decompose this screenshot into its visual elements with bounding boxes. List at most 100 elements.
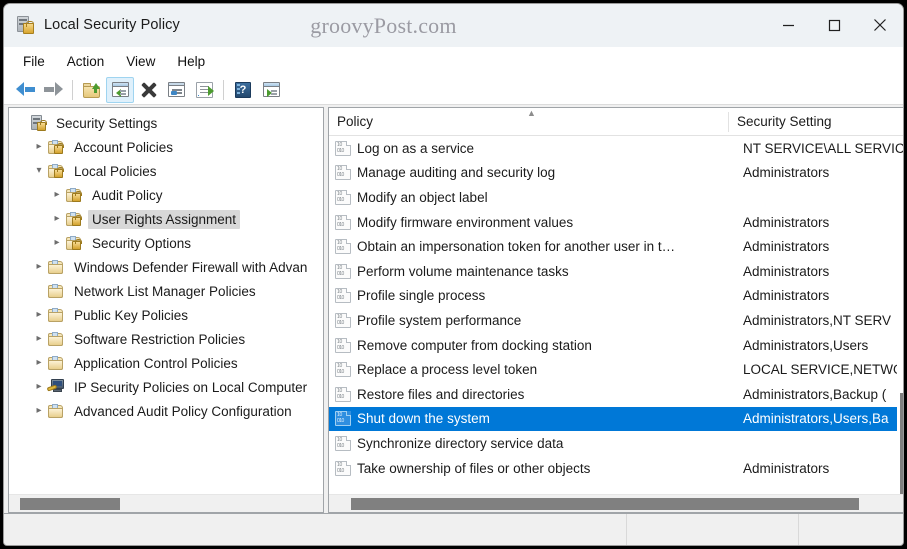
up-one-level-button[interactable]: [78, 77, 106, 103]
list-vertical-scrollbar[interactable]: [896, 164, 903, 494]
tree-horizontal-scrollbar[interactable]: [9, 494, 323, 512]
back-button[interactable]: [11, 77, 39, 103]
menu-action[interactable]: Action: [56, 51, 116, 72]
policy-icon: [335, 263, 351, 279]
folder-lock-icon: [47, 139, 65, 155]
chevron-right-icon[interactable]: ▸: [31, 310, 47, 320]
list-horizontal-scrollbar[interactable]: [329, 494, 903, 512]
tree-item[interactable]: ▸ IP Security Policies on Local Computer: [9, 375, 323, 399]
chevron-right-icon[interactable]: ▸: [49, 238, 65, 248]
table-row[interactable]: Log on as a service NT SERVICE\ALL SERVIC…: [329, 136, 904, 161]
table-row[interactable]: Remove computer from docking station Admi…: [329, 333, 903, 358]
folder-lock-icon: [65, 235, 83, 251]
chevron-right-icon[interactable]: ▸: [31, 334, 47, 344]
tree-item[interactable]: Security Settings: [9, 111, 323, 135]
sort-ascending-icon: ▲: [527, 107, 536, 118]
policy-icon: [335, 239, 351, 255]
tree-item[interactable]: ▸ Account Policies: [9, 135, 323, 159]
tree-item[interactable]: Network List Manager Policies: [9, 279, 323, 303]
policy-icon: [335, 312, 351, 328]
chevron-right-icon[interactable]: ▸: [31, 406, 47, 416]
cell-policy: Profile system performance: [357, 312, 522, 328]
table-row[interactable]: Modify firmware environment values Admini…: [329, 210, 903, 235]
properties-button[interactable]: [162, 77, 190, 103]
policy-icon: [335, 214, 351, 230]
delete-button[interactable]: [134, 77, 162, 103]
cell-policy: Take ownership of files or other objects: [357, 460, 591, 476]
chevron-right-icon[interactable]: ▸: [31, 262, 47, 272]
minimize-button[interactable]: [765, 4, 811, 47]
tree-item[interactable]: ▸ Windows Defender Firewall with Advan: [9, 255, 323, 279]
cell-security-setting: NT SERVICE\ALL SERVICE: [743, 140, 904, 156]
policy-icon: [335, 337, 351, 353]
properties-icon: [167, 82, 185, 97]
table-row[interactable]: Profile single process Administrators: [329, 284, 903, 309]
table-row[interactable]: Profile system performance Administrators…: [329, 308, 903, 333]
folder-icon: [47, 307, 65, 323]
menu-help[interactable]: Help: [166, 51, 216, 72]
chevron-right-icon[interactable]: ▸: [49, 214, 65, 224]
action-pane-icon: [262, 82, 280, 97]
tree-hscroll-thumb[interactable]: [20, 498, 120, 510]
table-row[interactable]: Perform volume maintenance tasks Administ…: [329, 259, 903, 284]
table-row[interactable]: Manage auditing and security log Administ…: [329, 161, 903, 186]
status-bar: [4, 513, 903, 545]
forward-button[interactable]: [39, 77, 67, 103]
show-hide-tree-button[interactable]: [106, 76, 134, 103]
cell-policy: Restore files and directories: [357, 386, 525, 402]
tree-item[interactable]: ▸ Application Control Policies: [9, 351, 323, 375]
chevron-right-icon[interactable]: ▸: [31, 382, 47, 392]
delete-x-icon: [140, 81, 157, 98]
folder-icon: [47, 331, 65, 347]
close-button[interactable]: [857, 4, 903, 47]
list-hscroll-thumb[interactable]: [351, 498, 859, 510]
show-action-pane-button[interactable]: [257, 77, 285, 103]
policy-list[interactable]: Log on as a service NT SERVICE\ALL SERVIC…: [329, 136, 904, 494]
cell-policy: Profile single process: [357, 288, 486, 304]
policy-icon: [335, 386, 351, 402]
tree-item-label: Security Options: [92, 235, 192, 251]
column-header-security-setting[interactable]: Security Setting: [729, 108, 832, 136]
table-row[interactable]: Shut down the system Administrators,Users…: [329, 406, 903, 432]
chevron-right-icon[interactable]: ▸: [49, 190, 65, 200]
cell-security-setting: Administrators,NT SERV: [743, 312, 892, 328]
cell-policy: Synchronize directory service data: [357, 435, 564, 451]
cell-policy: Log on as a service: [357, 140, 475, 156]
tree-item[interactable]: ▸ Advanced Audit Policy Configuration: [9, 399, 323, 423]
tree-item[interactable]: ▾ Local Policies: [9, 159, 323, 183]
policy-icon: [335, 140, 351, 156]
tree-view[interactable]: Security Settings ▸ Account Policies ▾ Local…: [9, 108, 323, 494]
column-header-policy[interactable]: Policy ▲: [329, 108, 729, 136]
policy-icon: [335, 435, 351, 451]
export-list-button[interactable]: [190, 77, 218, 103]
table-row[interactable]: Obtain an impersonation token for anothe…: [329, 234, 903, 259]
chevron-down-icon[interactable]: ▾: [31, 166, 47, 176]
tree-item[interactable]: ▸ Audit Policy: [9, 183, 323, 207]
cell-security-setting: Administrators: [743, 165, 830, 181]
policy-icon: [335, 362, 351, 378]
policy-icon: [335, 189, 351, 205]
tree-item[interactable]: ▸ Software Restriction Policies: [9, 327, 323, 351]
folder-lock-icon: [47, 163, 65, 179]
tree-item[interactable]: ▸ User Rights Assignment: [9, 207, 323, 231]
tree-item-label: Advanced Audit Policy Configuration: [74, 403, 292, 419]
table-row[interactable]: Take ownership of files or other objects…: [329, 456, 903, 481]
maximize-button[interactable]: [811, 4, 857, 47]
menu-view[interactable]: View: [115, 51, 166, 72]
policy-icon: [335, 288, 351, 304]
menu-file[interactable]: File: [12, 51, 56, 72]
table-row[interactable]: Replace a process level token LOCAL SERVI…: [329, 357, 903, 382]
local-security-policy-window: Local Security Policy groovyPost.com Fil…: [3, 3, 904, 546]
folder-icon: [47, 355, 65, 371]
title-bar[interactable]: Local Security Policy groovyPost.com: [4, 4, 903, 47]
cell-policy: Replace a process level token: [357, 362, 538, 378]
table-row[interactable]: Modify an object label: [329, 185, 903, 210]
table-row[interactable]: Restore files and directories Administrat…: [329, 382, 903, 407]
chevron-right-icon[interactable]: ▸: [31, 142, 47, 152]
table-row[interactable]: Synchronize directory service data: [329, 431, 903, 456]
help-button[interactable]: ?: [229, 77, 257, 103]
tree-item[interactable]: ▸ Public Key Policies: [9, 303, 323, 327]
list-vscroll-thumb[interactable]: [899, 393, 903, 494]
tree-item[interactable]: ▸ Security Options: [9, 231, 323, 255]
chevron-right-icon[interactable]: ▸: [31, 358, 47, 368]
